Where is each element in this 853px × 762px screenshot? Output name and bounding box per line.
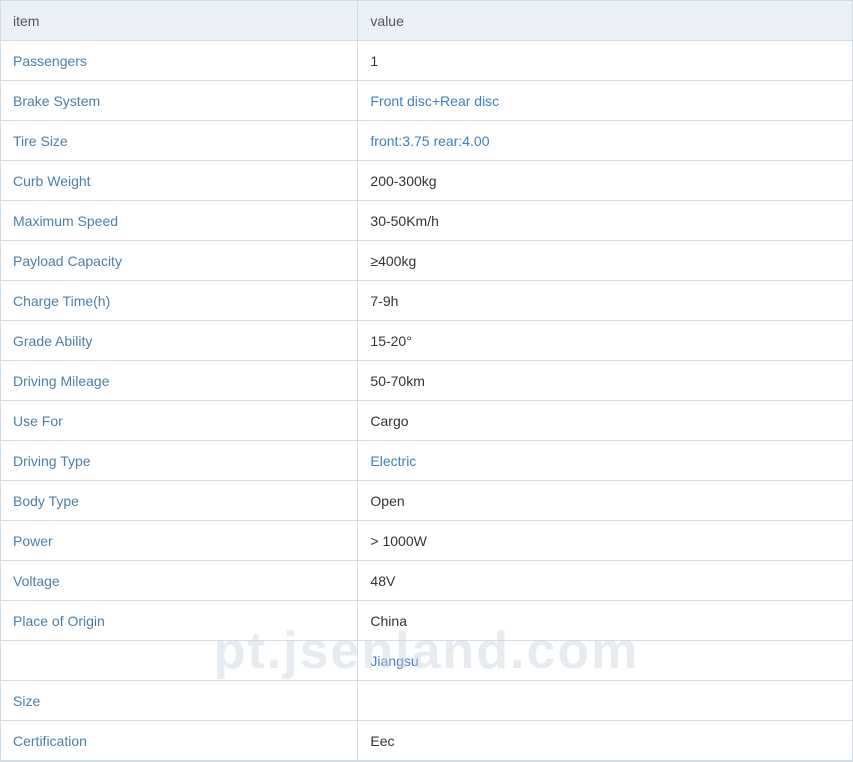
value-cell: Open <box>358 481 852 520</box>
header-item-label: item <box>13 13 39 29</box>
item-cell: Brake System <box>1 81 358 120</box>
table-row: Payload Capacity≥400kg <box>1 241 852 281</box>
value-cell: 200-300kg <box>358 161 852 200</box>
value-cell: 48V <box>358 561 852 600</box>
item-cell: Certification <box>1 721 358 760</box>
table-row: CertificationEec <box>1 721 852 761</box>
table-row: Voltage48V <box>1 561 852 601</box>
value-cell: 30-50Km/h <box>358 201 852 240</box>
item-cell: Tire Size <box>1 121 358 160</box>
value-cell: front:3.75 rear:4.00 <box>358 121 852 160</box>
item-cell: Grade Ability <box>1 321 358 360</box>
item-cell <box>1 641 358 680</box>
table-row: Grade Ability15-20° <box>1 321 852 361</box>
table-row: Curb Weight200-300kg <box>1 161 852 201</box>
item-cell: Driving Mileage <box>1 361 358 400</box>
value-cell: 15-20° <box>358 321 852 360</box>
value-cell: 1 <box>358 41 852 80</box>
table-row: Use ForCargo <box>1 401 852 441</box>
specs-table: item value Passengers1Brake SystemFront … <box>0 0 853 762</box>
value-cell: Jiangsu <box>358 641 852 680</box>
header-value-label: value <box>370 13 403 29</box>
value-cell <box>358 681 852 720</box>
header-value-cell: value <box>358 1 852 40</box>
table-row: Size <box>1 681 852 721</box>
item-cell: Passengers <box>1 41 358 80</box>
table-row: Jiangsu <box>1 641 852 681</box>
table-row: Charge Time(h)7-9h <box>1 281 852 321</box>
table-row: Body TypeOpen <box>1 481 852 521</box>
item-cell: Voltage <box>1 561 358 600</box>
value-cell: Cargo <box>358 401 852 440</box>
table-row: Driving Mileage50-70km <box>1 361 852 401</box>
value-cell: China <box>358 601 852 640</box>
item-cell: Power <box>1 521 358 560</box>
item-cell: Driving Type <box>1 441 358 480</box>
table-row: Tire Sizefront:3.75 rear:4.00 <box>1 121 852 161</box>
item-cell: Payload Capacity <box>1 241 358 280</box>
value-cell: Front disc+Rear disc <box>358 81 852 120</box>
table-row: Passengers1 <box>1 41 852 81</box>
value-cell: ≥400kg <box>358 241 852 280</box>
item-cell: Size <box>1 681 358 720</box>
value-cell: Eec <box>358 721 852 760</box>
item-cell: Use For <box>1 401 358 440</box>
table-row: Maximum Speed30-50Km/h <box>1 201 852 241</box>
item-cell: Maximum Speed <box>1 201 358 240</box>
value-cell: 7-9h <box>358 281 852 320</box>
table-row: Driving TypeElectric <box>1 441 852 481</box>
value-cell: > 1000W <box>358 521 852 560</box>
item-cell: Curb Weight <box>1 161 358 200</box>
value-cell: 50-70km <box>358 361 852 400</box>
table-row: Place of OriginChina <box>1 601 852 641</box>
table-row: Brake SystemFront disc+Rear disc <box>1 81 852 121</box>
table-header-row: item value <box>1 1 852 41</box>
table-row: Power> 1000W <box>1 521 852 561</box>
item-cell: Charge Time(h) <box>1 281 358 320</box>
header-item-cell: item <box>1 1 358 40</box>
value-cell: Electric <box>358 441 852 480</box>
item-cell: Body Type <box>1 481 358 520</box>
item-cell: Place of Origin <box>1 601 358 640</box>
